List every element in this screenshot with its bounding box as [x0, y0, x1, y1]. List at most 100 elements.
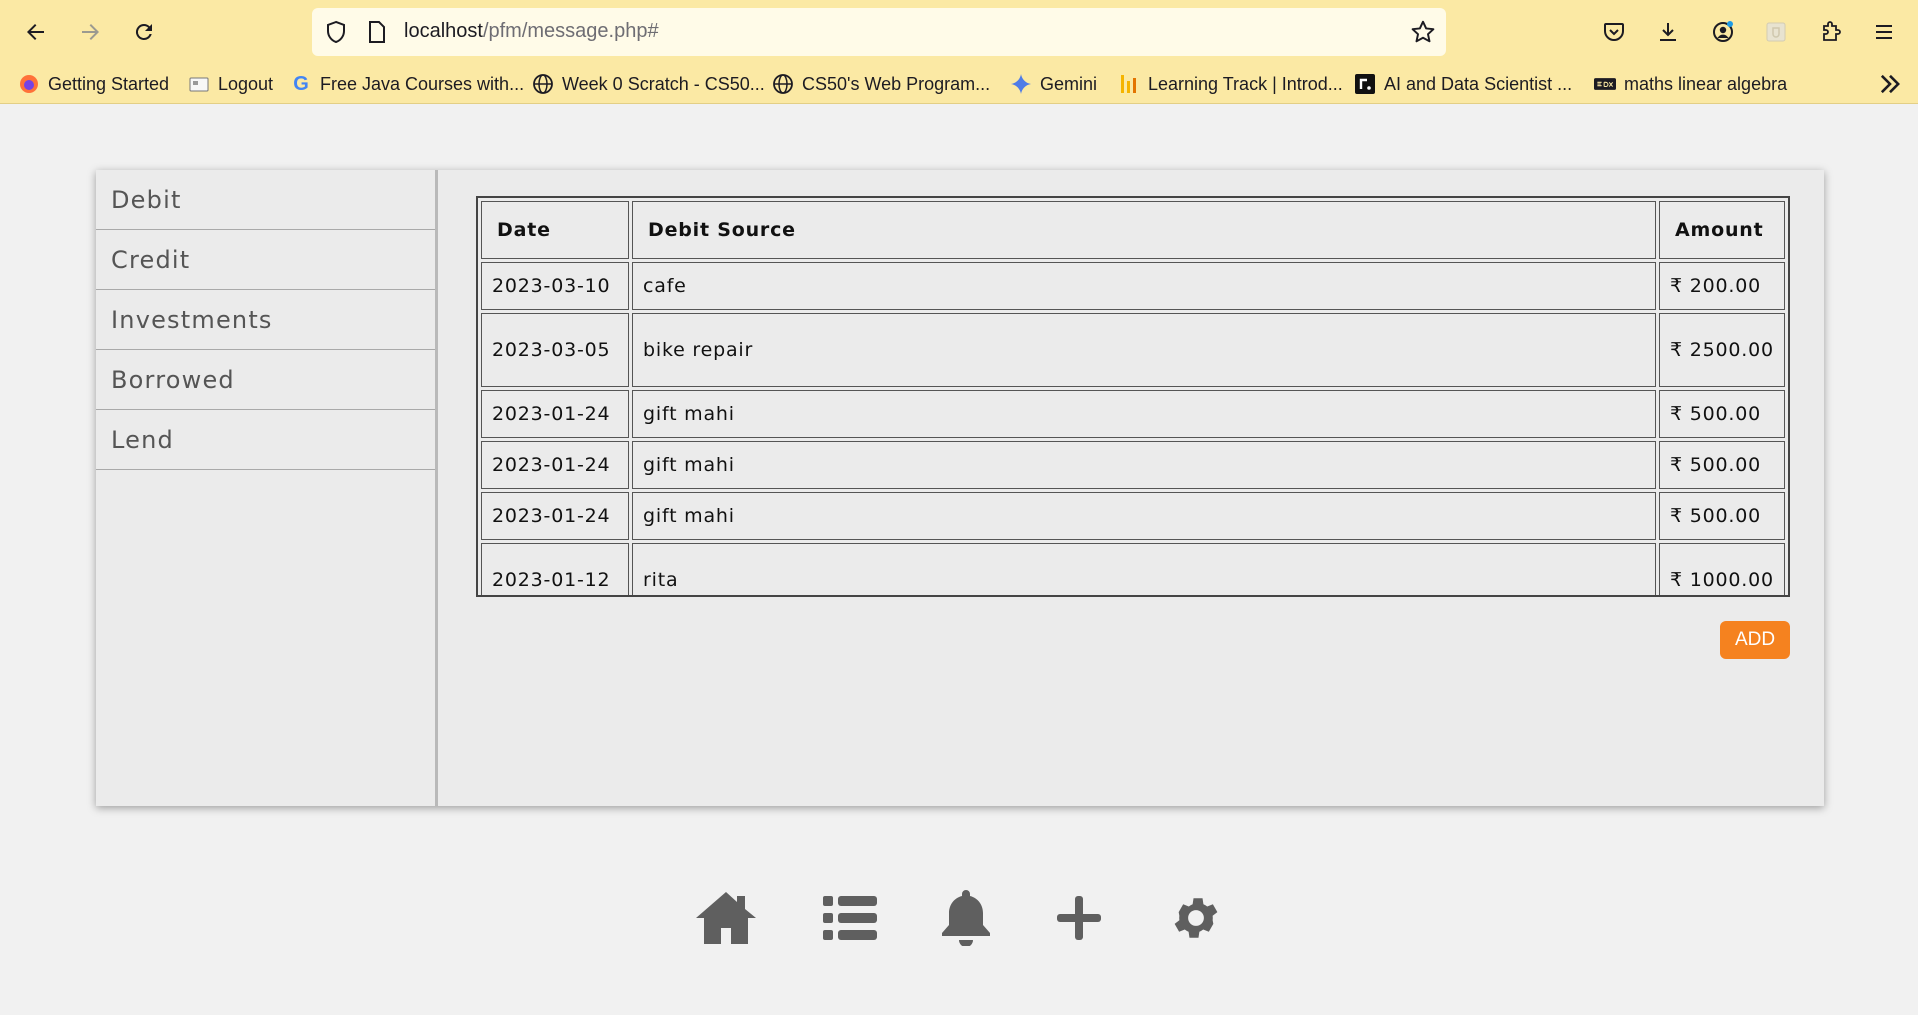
bookmark-label: AI and Data Scientist ... — [1384, 73, 1573, 94]
puzzle-icon — [1823, 21, 1841, 41]
cell-amount: ₹ 1000.00 — [1659, 543, 1785, 595]
sidebar-item-investments[interactable]: Investments — [96, 290, 435, 350]
reload-button[interactable] — [126, 14, 162, 50]
cell-date: 2023-03-05 — [481, 313, 629, 387]
column-header-date: Date — [481, 201, 629, 259]
table-row: 2023-01-24 gift mahi ₹ 500.00 — [481, 441, 1785, 489]
bell-icon[interactable] — [940, 888, 992, 948]
account-button[interactable] — [1705, 14, 1741, 50]
bookmark-label: Free Java Courses with... — [320, 73, 525, 94]
cell-date: 2023-01-12 — [481, 543, 629, 595]
bottom-nav — [0, 888, 1918, 948]
pocket-button[interactable] — [1596, 14, 1632, 50]
forward-arrow-icon — [82, 24, 99, 40]
cell-date: 2023-03-10 — [481, 262, 629, 310]
cell-date: 2023-01-24 — [481, 390, 629, 438]
url-text[interactable]: localhost/pfm/message.php# — [404, 20, 659, 43]
pocket-icon — [1604, 23, 1624, 41]
google-icon: G — [293, 72, 309, 95]
bookmark-label: Gemini — [1040, 73, 1098, 94]
url-host: localhost — [404, 20, 483, 42]
globe-icon — [532, 73, 554, 95]
chart-icon — [1118, 73, 1140, 95]
bookmark-label: Learning Track | Introd... — [1148, 73, 1343, 94]
debit-table-container[interactable]: Date Debit Source Amount 2023-03-10 cafe… — [476, 196, 1790, 597]
extension-square-icon — [1766, 22, 1786, 42]
table-header-row: Date Debit Source Amount — [481, 201, 1785, 259]
bookmark-item[interactable]: Week 0 Scratch - CS50... — [532, 72, 765, 96]
table-row: 2023-01-12 rita ₹ 1000.00 — [481, 543, 1785, 595]
firefox-icon — [18, 73, 40, 95]
bookmark-item[interactable]: Getting Started — [18, 72, 169, 96]
sidebar-item-borrowed[interactable]: Borrowed — [96, 350, 435, 410]
back-button[interactable] — [18, 14, 54, 50]
cell-date: 2023-01-24 — [481, 441, 629, 489]
page-icon — [188, 73, 210, 95]
bookmarks-bar: Getting Started Logout G Free Java Cours… — [0, 64, 1918, 104]
chevrons-right-icon[interactable] — [1876, 70, 1904, 98]
cell-amount: ₹ 2500.00 — [1659, 313, 1785, 387]
globe-icon — [772, 73, 794, 95]
roadmap-icon — [1354, 73, 1376, 95]
bookmark-label: maths linear algebra — [1624, 73, 1788, 94]
main-card: Debit Credit Investments Borrowed Lend D… — [96, 170, 1824, 806]
bookmark-item[interactable]: Learning Track | Introd... — [1118, 72, 1343, 96]
table-row: 2023-03-05 bike repair ₹ 2500.00 — [481, 313, 1785, 387]
browser-toolbar: localhost/pfm/message.php# — [0, 0, 1918, 64]
account-icon — [1713, 21, 1733, 42]
table-row: 2023-03-10 cafe ₹ 200.00 — [481, 262, 1785, 310]
cell-source: rita — [632, 543, 1656, 595]
home-icon[interactable] — [694, 888, 758, 948]
shield-icon[interactable] — [324, 20, 348, 44]
cell-date: 2023-01-24 — [481, 492, 629, 540]
sidebar-item-debit[interactable]: Debit — [96, 170, 435, 230]
bookmark-label: Week 0 Scratch - CS50... — [562, 73, 765, 94]
column-header-source: Debit Source — [632, 201, 1656, 259]
cell-amount: ₹ 500.00 — [1659, 492, 1785, 540]
extension-button[interactable] — [1758, 14, 1794, 50]
sidebar: Debit Credit Investments Borrowed Lend — [96, 170, 438, 806]
bookmark-item[interactable]: CS50's Web Program... — [772, 72, 990, 96]
reload-icon — [135, 23, 152, 40]
list-icon[interactable] — [822, 888, 878, 948]
add-button[interactable]: ADD — [1720, 621, 1790, 659]
back-arrow-icon — [27, 24, 44, 40]
column-header-amount: Amount — [1659, 201, 1785, 259]
table-row: 2023-01-24 gift mahi ₹ 500.00 — [481, 390, 1785, 438]
url-path: /pfm/message.php# — [482, 20, 659, 42]
forward-button[interactable] — [72, 14, 108, 50]
bookmark-star-icon[interactable] — [1410, 19, 1436, 45]
bookmark-label: Logout — [218, 73, 274, 94]
sidebar-item-lend[interactable]: Lend — [96, 410, 435, 470]
extensions-button[interactable] — [1813, 14, 1849, 50]
hamburger-menu-icon — [1876, 25, 1892, 39]
bookmark-item[interactable]: Gemini — [1010, 72, 1097, 96]
browser-chrome: localhost/pfm/message.php# Getting Start… — [0, 0, 1918, 104]
downloads-button[interactable] — [1650, 14, 1686, 50]
edx-icon — [1594, 73, 1616, 95]
bookmark-item[interactable]: Logout — [188, 72, 273, 96]
bookmark-item[interactable]: AI and Data Scientist ... — [1354, 72, 1572, 96]
plus-icon[interactable] — [1056, 888, 1102, 948]
page-info-icon[interactable] — [366, 20, 388, 44]
cell-source: gift mahi — [632, 441, 1656, 489]
bookmark-item[interactable]: G Free Java Courses with... — [290, 72, 524, 96]
cell-amount: ₹ 500.00 — [1659, 390, 1785, 438]
sidebar-item-credit[interactable]: Credit — [96, 230, 435, 290]
cell-amount: ₹ 500.00 — [1659, 441, 1785, 489]
menu-button[interactable] — [1866, 14, 1902, 50]
cell-source: gift mahi — [632, 492, 1656, 540]
bookmark-label: CS50's Web Program... — [802, 73, 991, 94]
debit-table: Date Debit Source Amount 2023-03-10 cafe… — [478, 198, 1788, 595]
cell-source: gift mahi — [632, 390, 1656, 438]
gear-icon[interactable] — [1168, 888, 1224, 948]
bookmark-item[interactable]: maths linear algebra — [1594, 72, 1787, 96]
cell-source: cafe — [632, 262, 1656, 310]
gemini-icon — [1010, 73, 1032, 95]
cell-source: bike repair — [632, 313, 1656, 387]
address-bar[interactable]: localhost/pfm/message.php# — [312, 8, 1446, 56]
cell-amount: ₹ 200.00 — [1659, 262, 1785, 310]
download-icon — [1660, 23, 1676, 41]
table-row: 2023-01-24 gift mahi ₹ 500.00 — [481, 492, 1785, 540]
bookmark-label: Getting Started — [48, 73, 170, 94]
